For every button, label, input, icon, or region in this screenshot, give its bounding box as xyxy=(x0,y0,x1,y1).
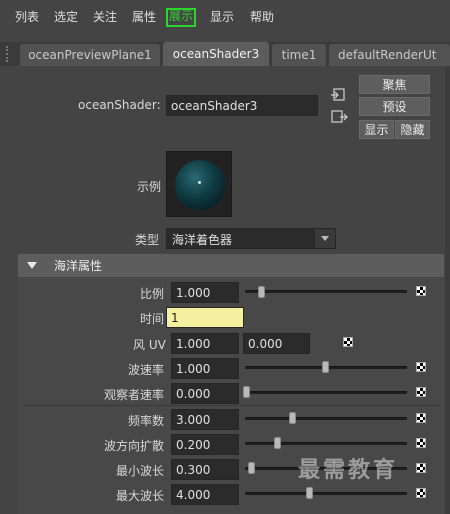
focus-button[interactable]: 聚焦 xyxy=(359,75,430,94)
show-button[interactable]: 显示 xyxy=(359,120,394,139)
presets-button[interactable]: 预设 xyxy=(359,97,430,116)
wavelength-max-slider[interactable] xyxy=(245,492,407,495)
tab-default-render-utility[interactable]: defaultRenderUt xyxy=(329,44,450,66)
observer-speed-map-icon[interactable] xyxy=(416,387,426,397)
collapse-triangle-icon[interactable] xyxy=(27,262,37,269)
menu-bar: 列表 选定 关注 属性 展示 显示 帮助 xyxy=(0,0,450,34)
scale-field[interactable] xyxy=(171,282,239,303)
time-field[interactable] xyxy=(166,307,244,328)
wave-speed-map-icon[interactable] xyxy=(416,362,426,372)
time-label: 时间 xyxy=(140,312,165,326)
scale-slider[interactable] xyxy=(245,290,407,293)
wave-dir-spread-slider[interactable] xyxy=(245,442,407,445)
node-name-field[interactable] xyxy=(166,95,318,116)
tab-time[interactable]: time1 xyxy=(272,44,326,66)
vertical-scrollbar[interactable] xyxy=(445,66,450,514)
num-frequencies-slider-handle[interactable] xyxy=(289,412,296,424)
wave-dir-spread-slider-handle[interactable] xyxy=(274,437,281,449)
section-divider xyxy=(24,405,440,406)
menu-attributes[interactable]: 属性 xyxy=(132,9,156,26)
menu-focus[interactable]: 关注 xyxy=(93,9,117,26)
type-label: 类型 xyxy=(135,233,160,247)
wavelength-min-label: 最小波长 xyxy=(116,464,165,478)
wavelength-min-map-icon[interactable] xyxy=(416,463,426,473)
input-connection-icon[interactable] xyxy=(330,86,348,104)
tab-ocean-preview-plane[interactable]: oceanPreviewPlane1 xyxy=(20,44,160,66)
ocean-attributes-section-header[interactable]: 海洋属性 xyxy=(18,254,444,277)
scale-slider-handle[interactable] xyxy=(258,286,265,298)
tab-grip-icon[interactable] xyxy=(6,46,12,62)
watermark-text: 最需教育 xyxy=(298,458,399,483)
sample-label: 示例 xyxy=(137,180,162,194)
wind-uv-label: 风 UV xyxy=(133,338,166,352)
hide-button[interactable]: 隐藏 xyxy=(395,120,430,139)
wavelength-max-label: 最大波长 xyxy=(116,489,165,503)
type-value: 海洋着色器 xyxy=(172,233,233,247)
menu-show[interactable]: 显示 xyxy=(210,9,234,26)
num-frequencies-field[interactable] xyxy=(171,409,239,430)
observer-speed-label: 观察者速率 xyxy=(104,388,165,402)
num-frequencies-slider[interactable] xyxy=(245,417,407,420)
section-title: 海洋属性 xyxy=(54,259,103,273)
wavelength-max-map-icon[interactable] xyxy=(416,488,426,498)
num-frequencies-map-icon[interactable] xyxy=(416,413,426,423)
output-connection-icon[interactable] xyxy=(330,108,348,126)
observer-speed-slider[interactable] xyxy=(245,391,407,394)
wave-dir-spread-field[interactable] xyxy=(171,434,239,455)
node-name-label: oceanShader: xyxy=(78,98,161,112)
wavelength-max-slider-handle[interactable] xyxy=(306,487,313,499)
wave-speed-label: 波速率 xyxy=(128,363,165,377)
observer-speed-slider-handle[interactable] xyxy=(243,386,250,398)
wave-dir-spread-map-icon[interactable] xyxy=(416,438,426,448)
menu-display[interactable]: 展示 xyxy=(166,8,197,27)
num-frequencies-label: 频率数 xyxy=(128,414,165,428)
scale-label: 比例 xyxy=(140,287,165,301)
sample-sphere xyxy=(175,160,225,210)
wavelength-max-field[interactable] xyxy=(171,484,239,505)
attribute-editor: oceanShader: 聚焦 预设 显示 隐藏 示例 类型 海洋着色器 海洋属… xyxy=(0,66,450,514)
wave-dir-spread-label: 波方向扩散 xyxy=(104,439,165,453)
wavelength-min-field[interactable] xyxy=(171,459,239,480)
wind-u-field[interactable] xyxy=(171,333,239,354)
wind-uv-map-icon[interactable] xyxy=(343,337,353,347)
wavelength-min-slider-handle[interactable] xyxy=(248,462,255,474)
material-sample-swatch[interactable] xyxy=(166,151,232,217)
menu-help[interactable]: 帮助 xyxy=(250,9,274,26)
chevron-down-icon[interactable] xyxy=(315,229,335,248)
menu-list[interactable]: 列表 xyxy=(15,9,39,26)
wave-speed-slider-handle[interactable] xyxy=(322,361,329,373)
node-tab-bar: oceanPreviewPlane1 oceanShader3 time1 de… xyxy=(0,42,450,66)
observer-speed-field[interactable] xyxy=(171,383,239,404)
menu-select[interactable]: 选定 xyxy=(54,9,78,26)
type-dropdown[interactable]: 海洋着色器 xyxy=(166,228,336,249)
tab-ocean-shader[interactable]: oceanShader3 xyxy=(163,42,269,66)
scale-map-icon[interactable] xyxy=(416,286,426,296)
wave-speed-field[interactable] xyxy=(171,358,239,379)
wind-v-field[interactable] xyxy=(243,333,310,354)
